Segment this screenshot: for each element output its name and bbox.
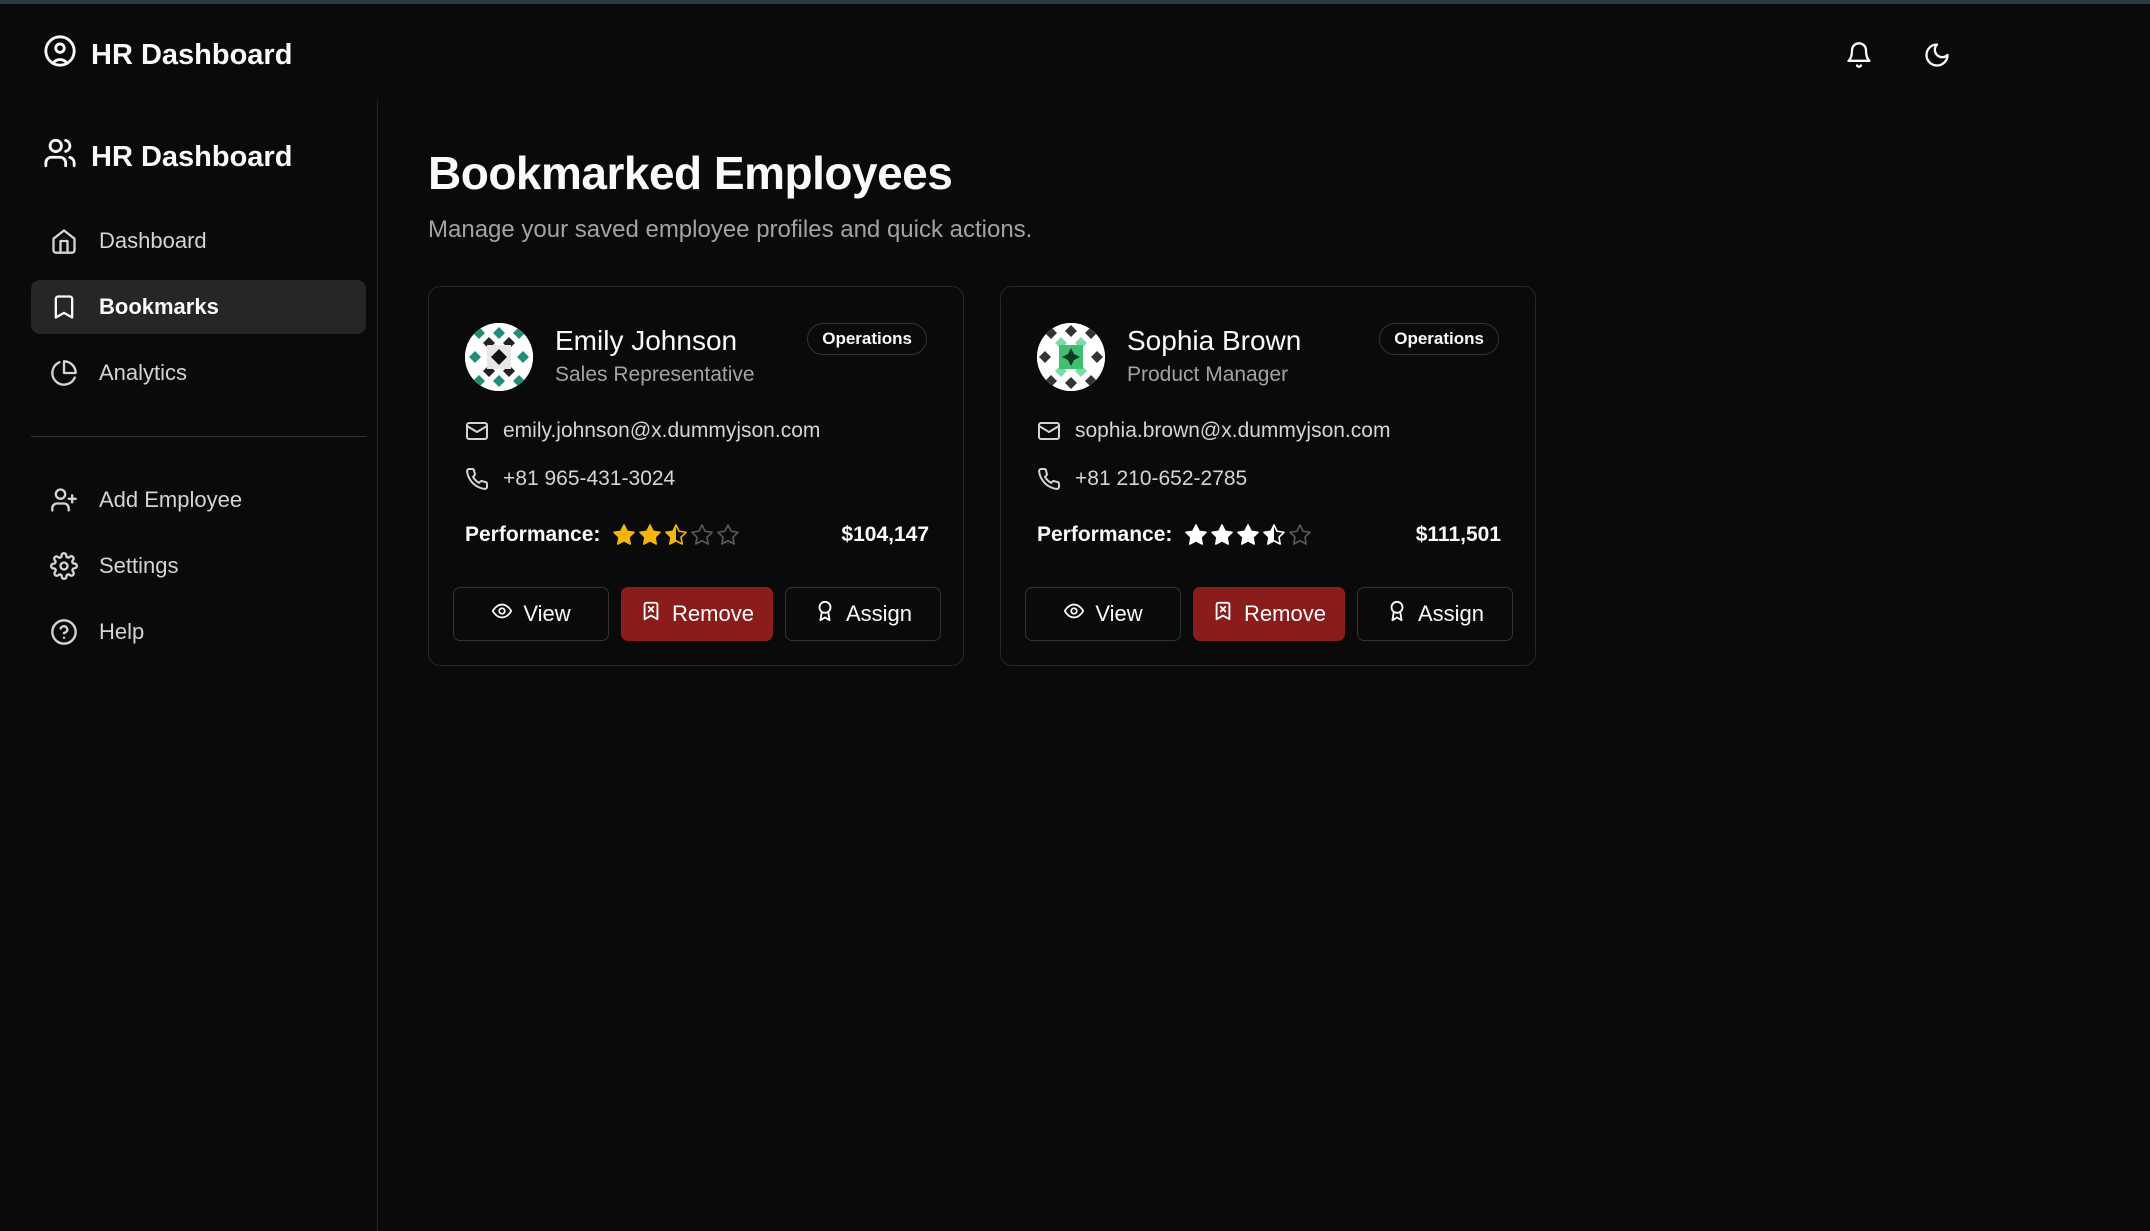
department-badge: Operations xyxy=(807,323,927,355)
assign-button[interactable]: Assign xyxy=(785,587,941,641)
page-subtitle: Manage your saved employee profiles and … xyxy=(428,216,1033,243)
view-button-label: View xyxy=(1095,601,1143,626)
employee-name: Emily Johnson xyxy=(555,325,738,356)
user-circle-icon xyxy=(43,34,77,76)
star-empty-icon xyxy=(717,524,740,545)
remove-button-label: Remove xyxy=(1244,601,1326,626)
assign-button-label: Assign xyxy=(1417,601,1485,626)
bookmark-x-icon xyxy=(640,600,662,628)
bookmark-x-icon xyxy=(1212,600,1234,628)
performance-label: Performance: xyxy=(465,523,601,546)
view-button[interactable]: View xyxy=(453,587,609,641)
remove-button-label: Remove xyxy=(672,601,754,626)
sidebar-item-settings[interactable]: Settings xyxy=(31,539,366,593)
award-icon xyxy=(1386,600,1408,628)
phone-row: +81 965-431-3024 xyxy=(465,467,675,491)
star-half-icon xyxy=(1263,524,1286,545)
phone-row: +81 210-652-2785 xyxy=(1037,467,1247,491)
employee-card: Sophia Brown Product Manager Operations … xyxy=(1000,286,1536,666)
performance-row: Performance: $104,147 xyxy=(465,523,929,547)
sidebar-item-label: Analytics xyxy=(99,360,188,385)
remove-button[interactable]: Remove xyxy=(1193,587,1345,641)
phone-icon xyxy=(1037,467,1061,491)
department-badge: Operations xyxy=(1379,323,1499,355)
phone-icon xyxy=(465,467,489,491)
star-filled-icon xyxy=(1185,524,1208,545)
employee-email[interactable]: sophia.brown@x.dummyjson.com xyxy=(1075,419,1390,443)
star-rating xyxy=(612,523,740,547)
employee-card: Emily Johnson Sales Representative Opera… xyxy=(428,286,964,666)
star-filled-icon xyxy=(639,524,662,545)
email-row: emily.johnson@x.dummyjson.com xyxy=(465,419,820,443)
eye-icon xyxy=(1063,600,1085,628)
avatar[interactable] xyxy=(465,323,533,391)
bookmark-icon xyxy=(49,292,79,322)
sidebar-item-add-employee[interactable]: Add Employee xyxy=(31,473,366,527)
remove-button[interactable]: Remove xyxy=(621,587,773,641)
sidebar-item-dashboard[interactable]: Dashboard xyxy=(31,214,366,268)
help-icon xyxy=(49,617,79,647)
eye-icon xyxy=(491,600,513,628)
email-row: sophia.brown@x.dummyjson.com xyxy=(1037,419,1390,443)
star-rating xyxy=(1184,523,1312,547)
view-button-label: View xyxy=(523,601,571,626)
employee-role: Product Manager xyxy=(1127,363,1289,386)
topbar-brand-label: HR Dashboard xyxy=(91,38,293,71)
sidebar-item-bookmarks[interactable]: Bookmarks xyxy=(31,280,366,334)
award-icon xyxy=(814,600,836,628)
star-empty-icon xyxy=(1289,524,1312,545)
gear-icon xyxy=(49,551,79,581)
star-filled-icon xyxy=(613,524,636,545)
home-icon xyxy=(49,226,79,256)
sidebar-item-label: Dashboard xyxy=(99,228,207,253)
performance-label: Performance: xyxy=(1037,523,1173,546)
employee-phone[interactable]: +81 210-652-2785 xyxy=(1075,467,1247,491)
star-half-icon xyxy=(665,524,688,545)
bell-icon[interactable] xyxy=(1842,38,1876,72)
mail-icon xyxy=(1037,419,1061,443)
sidebar-item-label: Bookmarks xyxy=(99,294,219,319)
topbar-brand[interactable]: HR Dashboard xyxy=(43,34,292,76)
sidebar-brand-label: HR Dashboard xyxy=(91,140,293,173)
employee-role: Sales Representative xyxy=(555,363,755,386)
sidebar-item-analytics[interactable]: Analytics xyxy=(31,346,366,400)
star-filled-icon xyxy=(1211,524,1234,545)
performance-row: Performance: $111,501 xyxy=(1037,523,1501,547)
sidebar-divider xyxy=(31,436,366,437)
avatar[interactable] xyxy=(1037,323,1105,391)
employee-phone[interactable]: +81 965-431-3024 xyxy=(503,467,675,491)
employee-email[interactable]: emily.johnson@x.dummyjson.com xyxy=(503,419,820,443)
sidebar-brand[interactable]: HR Dashboard xyxy=(43,136,292,178)
star-filled-icon xyxy=(1237,524,1260,545)
mail-icon xyxy=(465,419,489,443)
sidebar-item-label: Settings xyxy=(99,553,179,578)
employee-name: Sophia Brown xyxy=(1127,325,1302,356)
sidebar-item-help[interactable]: Help xyxy=(31,605,366,659)
star-empty-icon xyxy=(691,524,714,545)
sidebar-item-label: Help xyxy=(99,619,145,644)
salary: $104,147 xyxy=(841,523,929,546)
moon-icon[interactable] xyxy=(1920,38,1954,72)
view-button[interactable]: View xyxy=(1025,587,1181,641)
salary: $111,501 xyxy=(1415,523,1501,546)
assign-button[interactable]: Assign xyxy=(1357,587,1513,641)
sidebar: HR Dashboard Dashboard Bookmarks Analyti… xyxy=(0,100,378,1231)
users-icon xyxy=(43,136,77,178)
sidebar-item-label: Add Employee xyxy=(99,487,243,512)
assign-button-label: Assign xyxy=(845,601,913,626)
user-plus-icon xyxy=(49,485,79,515)
pie-chart-icon xyxy=(49,358,79,388)
top-bar: HR Dashboard xyxy=(0,4,2150,100)
page-title: Bookmarked Employees xyxy=(428,147,953,199)
